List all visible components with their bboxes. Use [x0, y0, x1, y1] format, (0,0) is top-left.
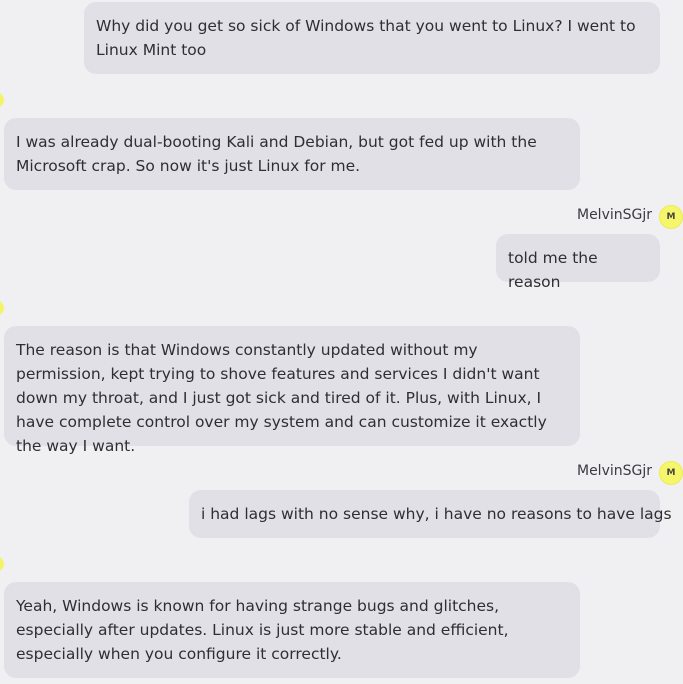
- bot-message-bubble: Yeah, Windows is known for having strang…: [4, 582, 580, 678]
- avatar-letter: M: [666, 212, 676, 222]
- bot-avatar-icon: [0, 92, 4, 108]
- username-label: MelvinSGjr: [576, 463, 652, 479]
- bot-message-bubble: I was already dual-booting Kali and Debi…: [4, 118, 580, 190]
- user-avatar: M: [659, 205, 683, 229]
- user-message-bubble: told me the reason: [496, 234, 660, 291]
- avatar-letter: M: [666, 468, 676, 478]
- user-avatar: M: [659, 461, 683, 485]
- message-text: I was already dual-booting Kali and Debi…: [16, 133, 537, 175]
- message-text: The reason is that Windows constantly up…: [16, 341, 547, 455]
- user-message-bubble: i had lags with no sense why, i have no …: [189, 490, 672, 538]
- chat-thread: Why did you get so sick of Windows that …: [0, 0, 683, 684]
- message-text: told me the reason: [508, 249, 598, 291]
- bot-avatar-icon: [0, 300, 4, 316]
- username-label: MelvinSGjr: [576, 207, 652, 223]
- message-text: Yeah, Windows is known for having strang…: [16, 597, 509, 663]
- message-text: Why did you get so sick of Windows that …: [96, 17, 636, 59]
- message-text: i had lags with no sense why, i have no …: [201, 505, 672, 523]
- user-message-bubble: Why did you get so sick of Windows that …: [84, 2, 660, 74]
- bot-avatar-icon: [0, 556, 4, 572]
- bot-message-bubble: The reason is that Windows constantly up…: [4, 326, 580, 455]
